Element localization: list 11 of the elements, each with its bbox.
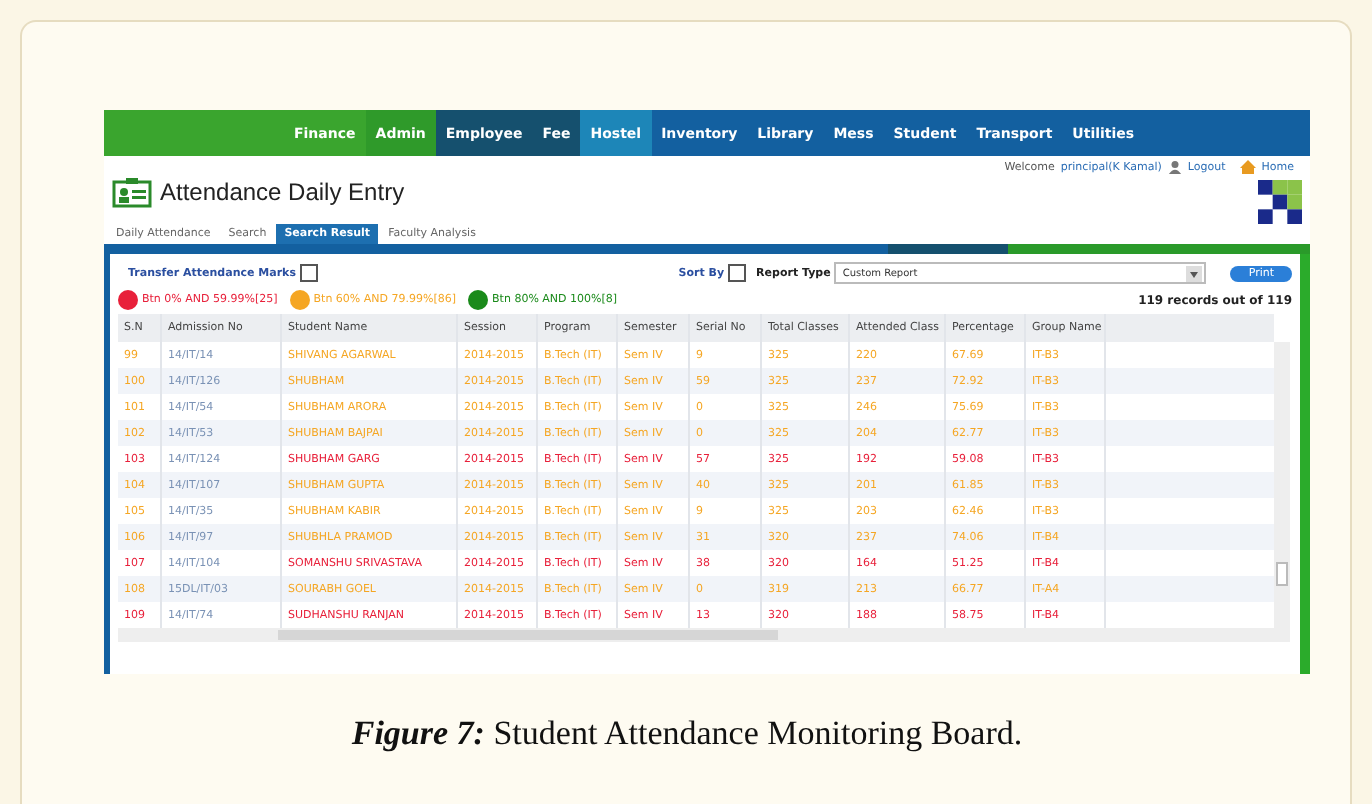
figure-caption: Figure 7: Student Attendance Monitoring Board.	[349, 714, 1025, 754]
home-icon	[1239, 160, 1256, 174]
id-card-icon	[112, 176, 152, 208]
logo-icon	[1258, 180, 1302, 224]
vertical-scrollbar[interactable]	[1274, 342, 1290, 642]
checkbox[interactable]	[728, 264, 747, 282]
checkbox[interactable]	[299, 264, 318, 282]
caret-icon	[1186, 265, 1203, 281]
page-title: Attendance Daily Entry	[160, 178, 405, 206]
user-icon	[1167, 160, 1182, 174]
horizontal-scrollbar[interactable]	[118, 628, 1274, 642]
